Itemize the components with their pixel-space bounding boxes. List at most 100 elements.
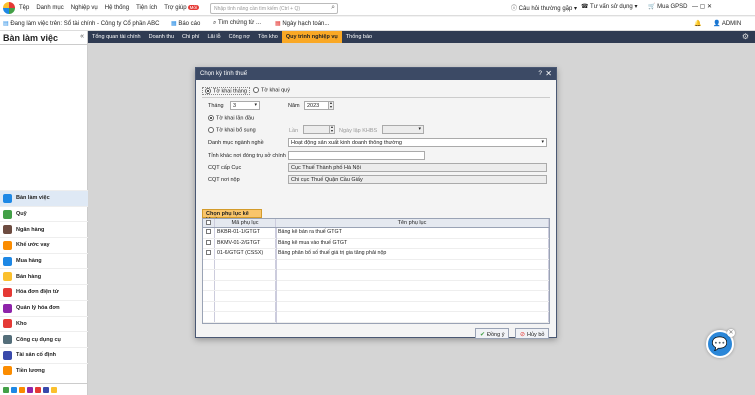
collapse-icon[interactable]: « <box>80 33 84 40</box>
tab[interactable]: Lãi lỗ <box>203 31 224 43</box>
month-select[interactable]: 3 ▾ <box>230 101 260 110</box>
row-checkbox[interactable] <box>203 249 215 259</box>
row-checkbox[interactable] <box>203 270 215 280</box>
sidebar-item[interactable]: Mua hàng <box>0 252 88 269</box>
checkbox-box <box>206 229 211 234</box>
cqt-submit-label: CQT nơi nộp <box>208 177 240 183</box>
search-input[interactable]: Nhập tính năng cần tìm kiếm (Ctrl + Q) ⌕ <box>210 3 338 14</box>
province-field[interactable] <box>288 151 425 160</box>
table-row[interactable] <box>203 280 549 291</box>
kh-date-select[interactable]: ▾ <box>382 125 424 134</box>
posting-date-button[interactable]: ▦ Ngày hạch toán... <box>275 20 329 27</box>
sidebar-item[interactable]: Hóa đơn điện tử <box>0 284 88 300</box>
shortcut-icon[interactable] <box>35 386 41 393</box>
module-icon <box>3 209 12 219</box>
sidebar-item[interactable]: Tài sản cố định <box>0 346 88 363</box>
sidebar-item[interactable]: Ngân hàng <box>0 221 88 237</box>
tab-appendix[interactable]: Chọn phụ lục kê khai <box>202 209 262 223</box>
table-row[interactable] <box>203 312 549 323</box>
shortcut-icon[interactable] <box>19 386 25 393</box>
notification-bell-icon[interactable]: 🔔 <box>694 20 701 27</box>
help-icon[interactable]: ? <box>538 70 542 77</box>
window-controls[interactable]: — ▢ ✕ <box>692 3 712 10</box>
module-icon <box>3 256 12 266</box>
appendix-code: BKBR-01-1/GTGT <box>215 228 276 238</box>
faq-menu[interactable]: ⓘ Câu hỏi thường gặp ▾ <box>511 3 577 12</box>
shortcut-icon[interactable] <box>3 386 9 393</box>
user-name: ADMIN <box>721 21 742 27</box>
tab[interactable]: Doanh thu <box>145 31 178 43</box>
tab[interactable]: Chi phí <box>178 31 203 43</box>
buy-license-button[interactable]: 🛒 Mua GPSD <box>648 3 687 10</box>
industry-select[interactable]: Hoạt động sản xuất kinh doanh thông thườ… <box>288 138 547 147</box>
column-name: Tên phụ lục <box>276 219 549 227</box>
spin-icon[interactable]: ▲ ▼ <box>328 102 333 109</box>
select-all-checkbox[interactable] <box>203 219 215 227</box>
row-checkbox[interactable] <box>203 280 215 290</box>
table-row[interactable]: BKMV-01-2/GTGT Bảng kê mua vào thuế GTGT <box>203 238 549 249</box>
radio-quarterly[interactable]: Tờ khai quý <box>253 87 290 93</box>
module-icon <box>3 225 12 235</box>
tab[interactable]: Tồn kho <box>254 31 282 43</box>
shortcut-icon[interactable] <box>43 386 49 393</box>
year-stepper[interactable]: 2023 ▲ ▼ <box>304 101 334 110</box>
table-row[interactable] <box>203 259 549 270</box>
close-icon[interactable]: ✕ <box>727 329 735 337</box>
row-checkbox[interactable] <box>203 228 215 238</box>
sidebar-item[interactable]: Khế ước vay <box>0 237 88 253</box>
shortcut-icon[interactable] <box>51 386 57 393</box>
radio-monthly[interactable]: Tờ khai tháng <box>202 87 250 96</box>
tab[interactable]: Công nợ <box>225 31 254 43</box>
menu-file[interactable]: Tệp <box>19 5 29 11</box>
sidebar-item-label: Kho <box>16 320 27 327</box>
row-checkbox[interactable] <box>203 312 215 322</box>
dialog-title: Chọn kỳ tính thuế <box>200 71 248 77</box>
tab[interactable]: Quy trình nghiệp vụ <box>281 31 342 43</box>
table-row[interactable] <box>203 270 549 281</box>
tab[interactable]: Thống báo <box>342 31 376 43</box>
tab[interactable]: Tổng quan tài chính <box>88 31 145 43</box>
spin-icon[interactable]: ▲ ▼ <box>329 126 334 133</box>
menu-help[interactable]: Trợ giúp Mới <box>164 4 200 11</box>
times-stepper[interactable]: ▲ ▼ <box>303 125 335 134</box>
working-context[interactable]: ▤ Đang làm việc trên: Sổ tài chính - Côn… <box>3 20 159 27</box>
table-row[interactable]: BKBR-01-1/GTGT Bảng kê bán ra thuế GTGT <box>203 228 549 239</box>
menu-catalog[interactable]: Danh mục <box>36 5 63 11</box>
find-document-button[interactable]: ⌕ Tìm chứng từ ... <box>213 20 261 27</box>
user-menu[interactable]: 👤 ADMIN <box>713 20 741 27</box>
sidebar-item[interactable]: Bán hàng <box>0 268 88 284</box>
sidebar-item[interactable]: Bàn làm việc <box>0 190 88 206</box>
row-checkbox[interactable] <box>203 238 215 248</box>
table-body: BKBR-01-1/GTGT Bảng kê bán ra thuế GTGT BK… <box>203 228 549 323</box>
sidebar-item[interactable]: Công cụ dụng cụ <box>0 331 88 347</box>
report-button[interactable]: ▦ Báo cáo <box>171 20 200 27</box>
ok-button[interactable]: ✔ Đồng ý <box>475 328 510 339</box>
shortcut-icon[interactable] <box>27 386 33 393</box>
radio-first-filing[interactable]: Tờ khai lần đầu <box>208 115 254 121</box>
consult-menu[interactable]: ☎ Tư vấn sử dụng ▾ <box>581 3 637 10</box>
chat-support-button[interactable]: 💬 ✕ <box>706 329 735 358</box>
gear-icon[interactable]: ⚙ <box>742 32 749 41</box>
module-icon <box>3 240 12 250</box>
menu-utilities[interactable]: Tiện ích <box>136 5 157 11</box>
row-checkbox[interactable] <box>203 291 215 301</box>
radio-first-indicator <box>208 115 214 121</box>
sidebar-item[interactable]: Kho <box>0 315 88 332</box>
row-checkbox[interactable] <box>203 259 215 269</box>
row-checkbox[interactable] <box>203 301 215 311</box>
cancel-button[interactable]: ⊘ Hủy bỏ <box>515 328 550 339</box>
table-row[interactable] <box>203 301 549 312</box>
shortcut-icon[interactable] <box>11 386 17 393</box>
sidebar-item[interactable]: Quỹ <box>0 205 88 222</box>
menu-system[interactable]: Hệ thống <box>105 5 129 11</box>
sidebar-item[interactable]: Tiền lương <box>0 362 88 379</box>
radio-monthly-indicator <box>205 88 211 94</box>
table-row[interactable] <box>203 291 549 302</box>
sidebar-shortcuts[interactable] <box>0 383 88 395</box>
close-icon[interactable]: ✕ <box>545 69 552 78</box>
check-icon: ✔ <box>480 332 486 338</box>
table-row[interactable]: 01-6/GTGT (CSSX) Bảng phân bổ số thuế giá… <box>203 249 549 260</box>
sidebar-item[interactable]: Quản lý hóa đơn <box>0 299 88 316</box>
menu-operations[interactable]: Nghiệp vụ <box>71 5 98 11</box>
radio-supplementary[interactable]: Tờ khai bổ sung <box>208 127 256 133</box>
